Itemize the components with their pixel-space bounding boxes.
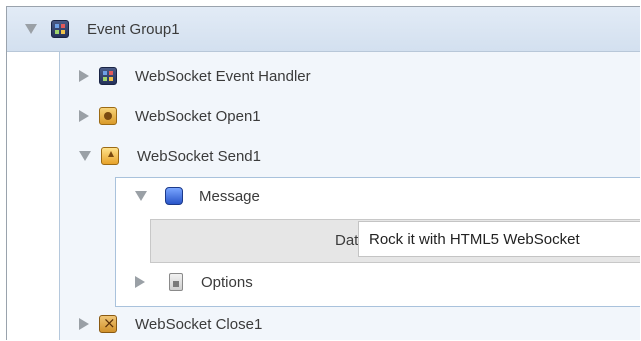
message-label: Message <box>199 187 260 205</box>
data-input[interactable]: Rock it with HTML5 WebSocket <box>358 221 640 257</box>
options-label: Options <box>201 273 253 291</box>
send-icon <box>101 147 119 165</box>
tree-item-message[interactable]: Message <box>135 181 260 211</box>
tree-item-label: WebSocket Send1 <box>137 147 261 165</box>
collapse-arrow-icon[interactable] <box>135 276 145 288</box>
tree-item-label: WebSocket Event Handler <box>135 67 311 85</box>
event-group-header[interactable]: Event Group1 <box>7 7 640 52</box>
close-icon <box>99 314 117 333</box>
event-group-label: Event Group1 <box>87 20 180 38</box>
open-icon <box>99 107 117 125</box>
event-handler-icon <box>99 67 117 85</box>
tree-item-options[interactable]: Options <box>135 267 253 297</box>
options-icon <box>169 273 183 291</box>
expand-arrow-icon[interactable] <box>135 191 147 201</box>
collapse-arrow-icon[interactable] <box>79 110 89 122</box>
collapse-arrow-icon[interactable] <box>79 70 89 82</box>
tree-item-websocket-close1[interactable]: WebSocket Close1 <box>79 309 262 339</box>
expand-arrow-icon[interactable] <box>79 151 91 161</box>
tree-item-websocket-send1[interactable]: WebSocket Send1 <box>79 141 261 171</box>
collapse-arrow-icon[interactable] <box>79 318 89 330</box>
expand-arrow-icon[interactable] <box>25 24 37 34</box>
tree-panel: Event Group1 WebSocket Event Handler Web… <box>6 6 640 340</box>
tree-item-label: WebSocket Close1 <box>135 315 263 333</box>
tree-item-label: WebSocket Open1 <box>135 107 261 125</box>
message-icon <box>165 187 183 205</box>
event-group-icon <box>51 20 69 38</box>
tree-item-websocket-open1[interactable]: WebSocket Open1 <box>79 101 261 131</box>
tree-item-websocket-event-handler[interactable]: WebSocket Event Handler <box>79 61 311 91</box>
